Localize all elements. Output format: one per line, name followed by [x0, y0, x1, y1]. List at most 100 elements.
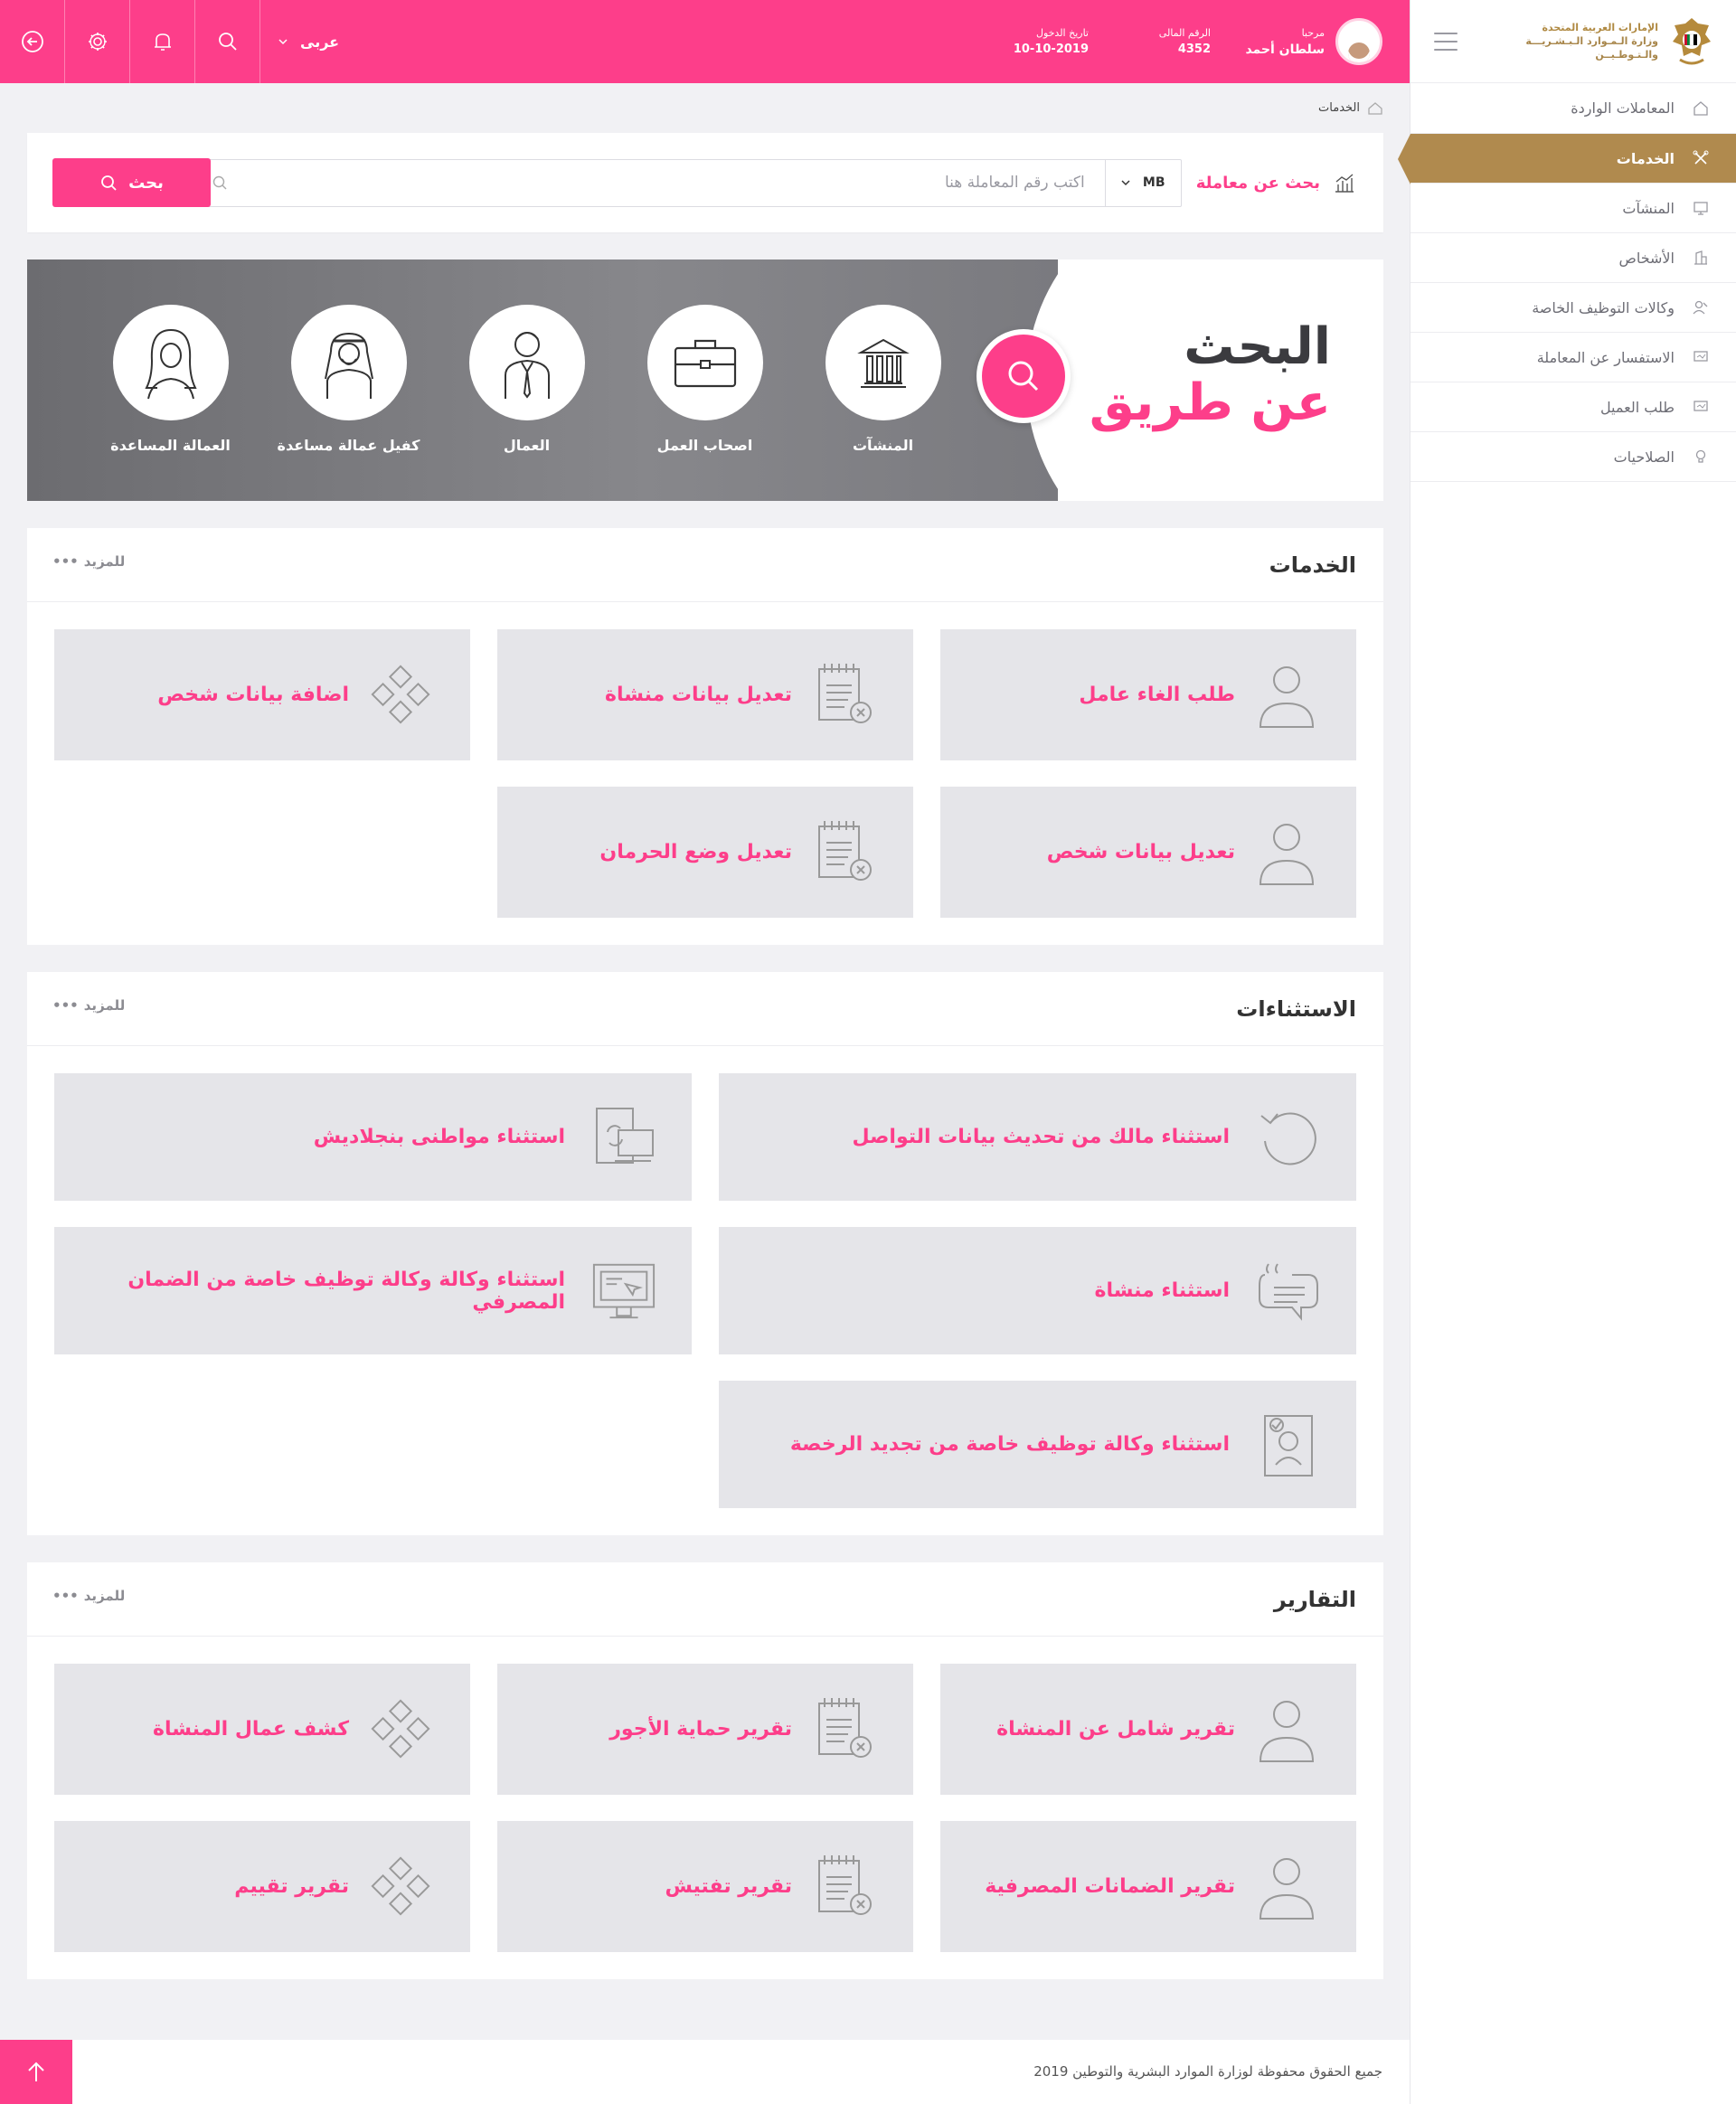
home-icon[interactable] — [1367, 100, 1383, 117]
exception-card[interactable]: استثناء منشاة — [719, 1227, 1356, 1354]
sidebar-item-label: وكالات التوظيف الخاصة — [1532, 298, 1675, 316]
notifications-button[interactable] — [130, 0, 195, 83]
logout-icon — [21, 31, 43, 52]
prefix-select[interactable]: MB — [1104, 159, 1181, 206]
category-employers[interactable]: اصحاب العمل — [616, 305, 794, 454]
report-card[interactable]: تقرير تفتيش — [497, 1821, 913, 1952]
ministry-line-1: الإمارات العربية المتحدة — [1542, 22, 1658, 33]
category-label: المنشآت — [852, 437, 914, 454]
home-icon — [1691, 99, 1711, 118]
menu-toggle-icon[interactable] — [1434, 33, 1458, 51]
quote-bubble-icon — [1255, 1258, 1322, 1325]
report-card[interactable]: كشف عمال المنشاة — [54, 1664, 470, 1795]
sponsor-icon — [324, 332, 373, 399]
exception-card[interactable]: استثناء مالك من تحديث بيانات التواصل — [719, 1073, 1356, 1201]
search-toggle-button[interactable] — [195, 0, 260, 83]
category-domestic-workers[interactable]: العمالة المساعدة — [81, 305, 259, 454]
card-label: استثناء مواطنى بنجلاديش — [313, 1126, 565, 1148]
sidebar-item-persons[interactable]: الأشخاص — [1410, 233, 1736, 283]
sidebar: الإمارات العربية المتحدة وزارة الـمـوارد… — [1398, 0, 1736, 2104]
ministry-line-2: وزارة الـمـوارد الـبـشـريـــة — [1525, 35, 1658, 47]
employee-id-value: 4352 — [1177, 42, 1211, 56]
search-title: بحث عن معاملة — [1196, 171, 1356, 194]
top-bar: مرحبا سلطان أحمد الرقم المالى 4352 تاريخ… — [0, 0, 1410, 83]
service-card[interactable]: تعديل بيانات شخص — [940, 787, 1356, 918]
exception-card[interactable]: استثناء مواطنى بنجلاديش — [54, 1073, 692, 1201]
chevron-down-icon — [1121, 180, 1130, 186]
sidebar-item-label: الصلاحيات — [1613, 448, 1675, 466]
sidebar-item-label: الأشخاص — [1618, 249, 1675, 267]
card-label: استثناء وكالة توظيف خاصة من تجديد الرخصة — [789, 1433, 1230, 1456]
sidebar-item-agencies[interactable]: وكالات التوظيف الخاصة — [1410, 283, 1736, 333]
report-card[interactable]: تقرير شامل عن المنشاة — [940, 1664, 1356, 1795]
service-card[interactable]: اضافة بيانات شخص — [54, 629, 470, 760]
settings-button[interactable] — [65, 0, 130, 83]
category-workers[interactable]: العمال — [438, 305, 616, 454]
service-card[interactable]: تعديل بيانات منشاة — [497, 629, 913, 760]
card-label: كشف عمال المنشاة — [153, 1718, 349, 1741]
card-label: تقرير حماية الأجور — [609, 1718, 792, 1741]
main-content: الخدمات بحث عن معاملة MB بحث البحث عن طر… — [27, 83, 1383, 1979]
more-label: للمزيد — [83, 996, 126, 1014]
search-categories: المنشآت اصحاب العمل العمال كفيل عمالة مس… — [81, 305, 972, 454]
hero-title: البحث عن طريق — [1090, 319, 1331, 431]
sidebar-item-label: المنشآت — [1622, 199, 1675, 217]
language-select[interactable]: عربى — [260, 0, 357, 83]
ministry-line-3: والـتـوطـيــن — [1595, 49, 1658, 61]
more-dots-icon: ••• — [52, 552, 79, 570]
brand-header: الإمارات العربية المتحدة وزارة الـمـوارد… — [1410, 0, 1736, 83]
person-icon — [1253, 1854, 1320, 1920]
sidebar-item-label: المعاملات الواردة — [1571, 99, 1675, 117]
more-link[interactable]: للمزيد ••• — [52, 997, 125, 1014]
category-establishments[interactable]: المنشآت — [794, 305, 972, 454]
sidebar-item-services[interactable]: الخدمات — [1398, 134, 1736, 184]
sidebar-item-incoming[interactable]: المعاملات الواردة — [1410, 83, 1736, 134]
sidebar-item-establishments[interactable]: المنشآت — [1410, 184, 1736, 233]
hero-search-button[interactable] — [976, 329, 1071, 423]
person-icon — [1253, 662, 1320, 729]
sidebar-item-customer-request[interactable]: طلب العميل — [1410, 382, 1736, 432]
sidebar-item-permissions[interactable]: الصلاحيات — [1410, 432, 1736, 482]
arrow-up-icon — [28, 2062, 44, 2081]
category-label: العمالة المساعدة — [110, 437, 231, 454]
section-title: التقارير — [1273, 1586, 1356, 1612]
employee-id: الرقم المالى 4352 — [1159, 25, 1211, 58]
category-domestic-sponsor[interactable]: كفيل عمالة مساعدة — [259, 305, 438, 454]
services-section: الخدمات للمزيد ••• طلب الغاء عامل تعديل ب… — [27, 528, 1383, 945]
service-card[interactable]: طلب الغاء عامل — [940, 629, 1356, 760]
logout-button[interactable] — [0, 0, 65, 83]
login-date-value: 10-10-2019 — [1013, 42, 1089, 56]
exception-card[interactable]: استثناء وكالة وكالة توظيف خاصة من الضمان… — [54, 1227, 692, 1354]
exception-card[interactable]: استثناء وكالة توظيف خاصة من تجديد الرخصة — [719, 1381, 1356, 1508]
avatar[interactable] — [1335, 18, 1382, 65]
bell-icon — [154, 33, 171, 51]
service-card[interactable]: تعديل وضع الحرمان — [497, 787, 913, 918]
monitor-icon — [1691, 198, 1711, 218]
transaction-search-input[interactable] — [241, 159, 1105, 206]
copyright-text: جميع الحقوق محفوظة لوزارة الموارد البشري… — [1033, 2063, 1382, 2080]
card-label: استثناء مالك من تحديث بيانات التواصل — [852, 1126, 1230, 1148]
report-card[interactable]: تقرير تقييم — [54, 1821, 470, 1952]
chart-building-icon — [1335, 174, 1354, 193]
briefcase-icon — [674, 339, 736, 388]
notepad-x-icon — [810, 1854, 877, 1920]
back-to-top-button[interactable] — [0, 2040, 72, 2104]
search-box: MB — [195, 158, 1182, 207]
report-card[interactable]: تقرير الضمانات المصرفية — [940, 1821, 1356, 1952]
more-link[interactable]: للمزيد ••• — [52, 553, 125, 570]
sidebar-item-inquiry[interactable]: الاستفسار عن المعاملة — [1410, 333, 1736, 382]
user-name: سلطان أحمد — [1245, 42, 1325, 57]
section-title: الخدمات — [1269, 552, 1356, 578]
more-link[interactable]: للمزيد ••• — [52, 1588, 125, 1604]
search-title-text: بحث عن معاملة — [1195, 173, 1320, 193]
search-button[interactable]: بحث — [52, 158, 211, 207]
card-label: اضافة بيانات شخص — [157, 684, 349, 706]
report-card[interactable]: تقرير حماية الأجور — [497, 1664, 913, 1795]
user-info[interactable]: مرحبا سلطان أحمد — [1245, 18, 1382, 65]
diamond-grid-icon — [367, 662, 434, 729]
category-label: العمال — [503, 437, 551, 454]
card-label: طلب الغاء عامل — [1079, 684, 1235, 706]
card-label: تعديل بيانات شخص — [1046, 841, 1235, 863]
chevron-down-icon — [278, 39, 288, 45]
more-label: للمزيد — [83, 552, 126, 570]
